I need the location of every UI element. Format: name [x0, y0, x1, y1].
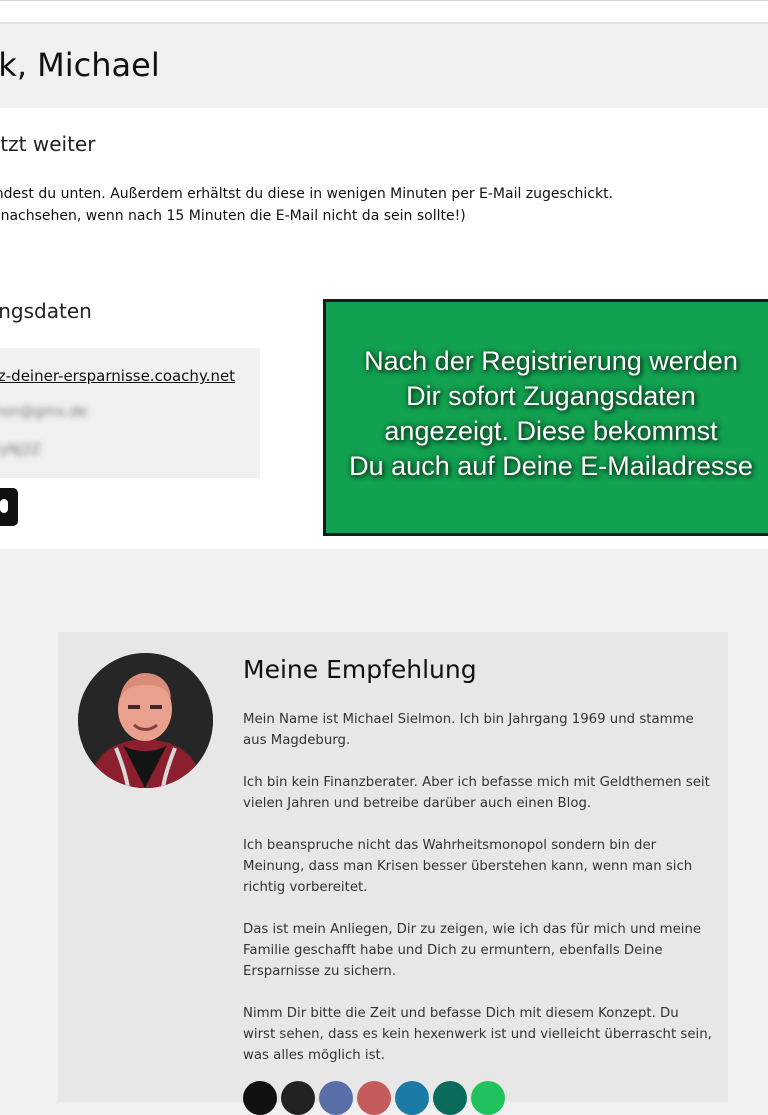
button-icon: [0, 499, 8, 513]
access-data-box: tz-deiner-ersparnisse.coachy.net non@gmx…: [0, 348, 260, 478]
access-email-blurred: non@gmx.de: [0, 404, 88, 420]
content-section: etzt weiter en findest du unten. Außerde…: [0, 108, 768, 549]
social-icon-2[interactable]: [281, 1081, 315, 1115]
notice-line: Nach der Registrierung werden: [364, 346, 738, 376]
access-data-heading: angsdaten: [0, 299, 92, 323]
bio-paragraph: Ich beanspruche nicht das Wahrheitsmonop…: [243, 838, 693, 895]
xing-icon[interactable]: [433, 1081, 467, 1115]
youtube-icon[interactable]: [357, 1081, 391, 1115]
registration-notice-box: Nach der Registrierung werden Dir sofort…: [323, 299, 768, 536]
recommendation-card: Meine Empfehlung Mein Name ist Michael S…: [58, 632, 728, 1115]
whatsapp-icon[interactable]: [471, 1081, 505, 1115]
title-bar: nk, Michael: [0, 24, 768, 108]
top-bar: [0, 0, 768, 24]
access-password-blurred: ryNj2Z: [0, 442, 41, 458]
page-title: nk, Michael: [0, 46, 160, 84]
bio-paragraph: Das ist mein Anliegen, Dir zu zeigen, wi…: [243, 922, 702, 979]
intro-text: en findest du unten. Außerdem erhältst d…: [0, 183, 613, 227]
intro-line: dner nachsehen, wenn nach 15 Minuten die…: [0, 208, 466, 224]
bio-paragraph: Nimm Dir bitte die Zeit und befasse Dich…: [243, 1006, 712, 1063]
recommendation-title: Meine Empfehlung: [243, 655, 477, 684]
bio-paragraph: Ich bin kein Finanzberater. Aber ich bef…: [243, 775, 710, 811]
notice-text: Nach der Registrierung werden Dir sofort…: [316, 344, 768, 484]
notice-line: Du auch auf Deine E-Mailadresse: [349, 451, 753, 481]
social-icon-1[interactable]: [243, 1081, 277, 1115]
access-url-link[interactable]: tz-deiner-ersparnisse.coachy.net: [0, 367, 235, 385]
bio-paragraph: Mein Name ist Michael Sielmon. Ich bin J…: [243, 712, 694, 748]
facebook-icon[interactable]: [319, 1081, 353, 1115]
intro-line: en findest du unten. Außerdem erhältst d…: [0, 186, 614, 202]
login-button[interactable]: [0, 488, 18, 526]
avatar: [78, 653, 213, 788]
next-heading: etzt weiter: [0, 132, 96, 156]
linkedin-icon[interactable]: [395, 1081, 429, 1115]
notice-line: Dir sofort Zugangsdaten: [406, 381, 696, 411]
notice-line: angezeigt. Diese bekommst: [384, 416, 718, 446]
